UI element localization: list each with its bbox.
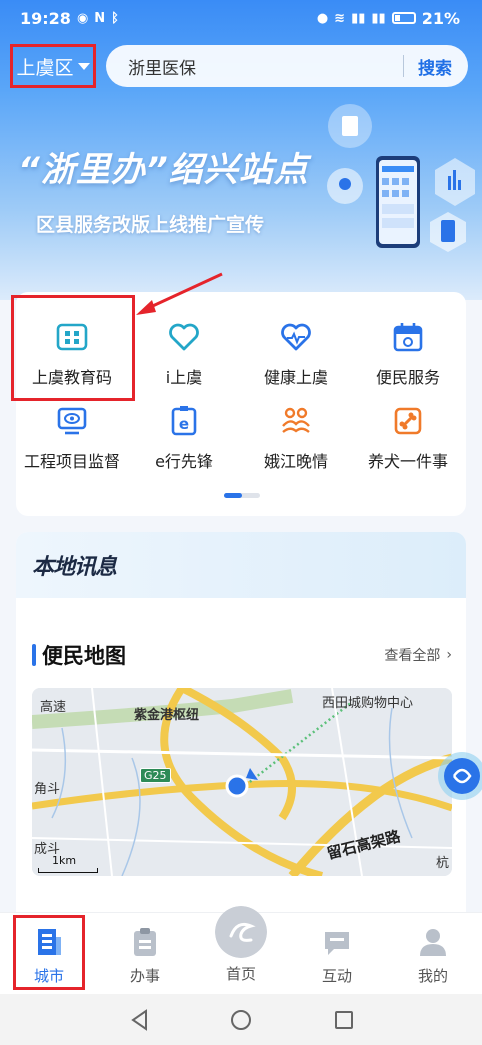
search-input[interactable]: 浙里医保 [128, 54, 403, 79]
service-label: e行先锋 [155, 452, 213, 471]
service-health-shangyu[interactable]: 健康上虞 [240, 312, 352, 394]
service-label: 便民服务 [375, 368, 440, 387]
heart-icon [169, 323, 199, 351]
tab-label: 办事 [129, 967, 160, 985]
monitor-eye-icon [57, 407, 87, 435]
service-dog-registration[interactable]: 养犬一件事 [352, 396, 464, 478]
district-selector[interactable]: 上虞区 [10, 44, 96, 88]
see-all-label: 查看全部 [384, 648, 441, 664]
map-label-g25: G25 [140, 768, 171, 783]
title-accent-bar [32, 644, 36, 666]
nfc-icon: N [94, 10, 106, 26]
tab-label: 首页 [225, 965, 256, 983]
convenience-map[interactable]: 高速 紫金港枢纽 西田城购物中心 G25 角斗 成斗 留石高架路 杭 1km [32, 688, 452, 876]
map-title-text: 便民地图 [42, 644, 126, 668]
service-convenience[interactable]: 便民服务 [352, 312, 464, 394]
service-label: 上虞教育码 [31, 368, 112, 387]
annotation-arrow [136, 272, 223, 315]
battery-icon [391, 12, 416, 24]
district-label: 上虞区 [16, 56, 74, 79]
health-heart-icon [281, 323, 311, 351]
service-education-code[interactable]: 上虞教育码 [16, 312, 128, 394]
service-i-shangyu[interactable]: i上虞 [128, 312, 240, 394]
tab-mine[interactable]: 我的 [398, 927, 468, 986]
location-icon: ● [316, 10, 329, 26]
svg-text:e: e [179, 415, 189, 433]
service-e-pioneer[interactable]: e e行先锋 [128, 396, 240, 478]
page-indicator-active [224, 493, 242, 498]
map-section-header: 便民地图 查看全部 › [32, 642, 452, 668]
banner-phone-illustration [327, 104, 475, 252]
service-project-supervision[interactable]: 工程项目监督 [16, 396, 128, 478]
tab-label: 我的 [417, 967, 448, 985]
recents-icon[interactable] [332, 1008, 356, 1032]
banner-subtitle: 区县服务改版上线推广宣传 [36, 214, 265, 236]
tab-services[interactable]: 办事 [110, 927, 180, 986]
see-all-link[interactable]: 查看全部 › [384, 645, 452, 665]
eye-icon: ◉ [76, 10, 89, 26]
local-news-title: 本地讯息 [32, 555, 117, 580]
tab-interact[interactable]: 互动 [302, 927, 372, 986]
map-label-hang: 杭 [436, 856, 450, 871]
search-bar[interactable]: 浙里医保 搜索 [106, 45, 468, 87]
calendar-icon [393, 323, 423, 352]
map-label-highway: 高速 [40, 700, 67, 715]
service-label: 健康上虞 [263, 368, 328, 387]
caret-down-icon [77, 62, 90, 70]
system-nav-bar [0, 994, 482, 1045]
header: 上虞区 浙里医保 搜索 [0, 42, 482, 92]
chevron-right-icon: › [446, 647, 452, 663]
home-logo-icon[interactable] [215, 906, 267, 958]
signal-icon: ▮▮ [351, 10, 366, 26]
page-indicator [224, 493, 260, 498]
map-label-jiaodou: 角斗 [34, 782, 61, 797]
map-section-title: 便民地图 [32, 640, 126, 670]
search-button[interactable]: 搜索 [404, 54, 468, 79]
chat-icon [325, 932, 349, 955]
status-time: 19:28 [20, 8, 71, 28]
promo-banner[interactable]: “浙里办”绍兴站点 区县服务改版上线推广宣传 [0, 96, 482, 286]
wifi-icon: ≋ [334, 10, 346, 26]
local-news-header: 本地讯息 [16, 532, 466, 598]
map-scale: 1km [38, 854, 98, 873]
e-badge-icon: e [171, 406, 197, 436]
annotation-tab-highlight [13, 915, 85, 990]
service-label: 工程项目监督 [23, 452, 120, 471]
tab-home[interactable]: 首页 [206, 963, 276, 984]
bluetooth-icon: ᛒ [111, 10, 119, 26]
education-code-icon [56, 323, 88, 351]
service-label: i上虞 [165, 368, 203, 387]
map-label-mall: 西田城购物中心 [322, 696, 414, 711]
battery-percent: 21% [421, 8, 460, 28]
map-label-hub: 紫金港枢纽 [134, 708, 200, 723]
signal-icon-2: ▮▮ [371, 10, 386, 26]
back-icon[interactable] [128, 1008, 152, 1032]
status-bar: 19:28 ◉ N ᛒ ● ≋ ▮▮ ▮▮ 21% [0, 0, 482, 36]
user-icon [420, 929, 446, 956]
dog-bone-icon [394, 407, 422, 435]
local-news-section: 本地讯息 便民地图 查看全部 › 高速 紫金港枢纽 西田城购物中心 G25 角斗… [16, 532, 466, 942]
banner-title: “浙里办”绍兴站点 [18, 150, 309, 190]
home-circle-icon[interactable] [229, 1008, 253, 1032]
service-ejiang-evening[interactable]: 娥江晚情 [240, 396, 352, 478]
service-label: 养犬一件事 [367, 452, 448, 471]
map-scale-label: 1km [52, 854, 77, 867]
people-icon [282, 407, 310, 433]
map-scale-bar [38, 868, 98, 873]
clipboard-icon [134, 928, 156, 956]
tab-label: 互动 [321, 967, 352, 985]
assistant-float-icon[interactable] [432, 746, 482, 806]
service-label: 娥江晚情 [263, 452, 328, 471]
services-grid: 上虞教育码 i上虞 健康上虞 便民服务 工程项目监督 e e行先锋 娥江晚情 养… [11, 292, 466, 516]
